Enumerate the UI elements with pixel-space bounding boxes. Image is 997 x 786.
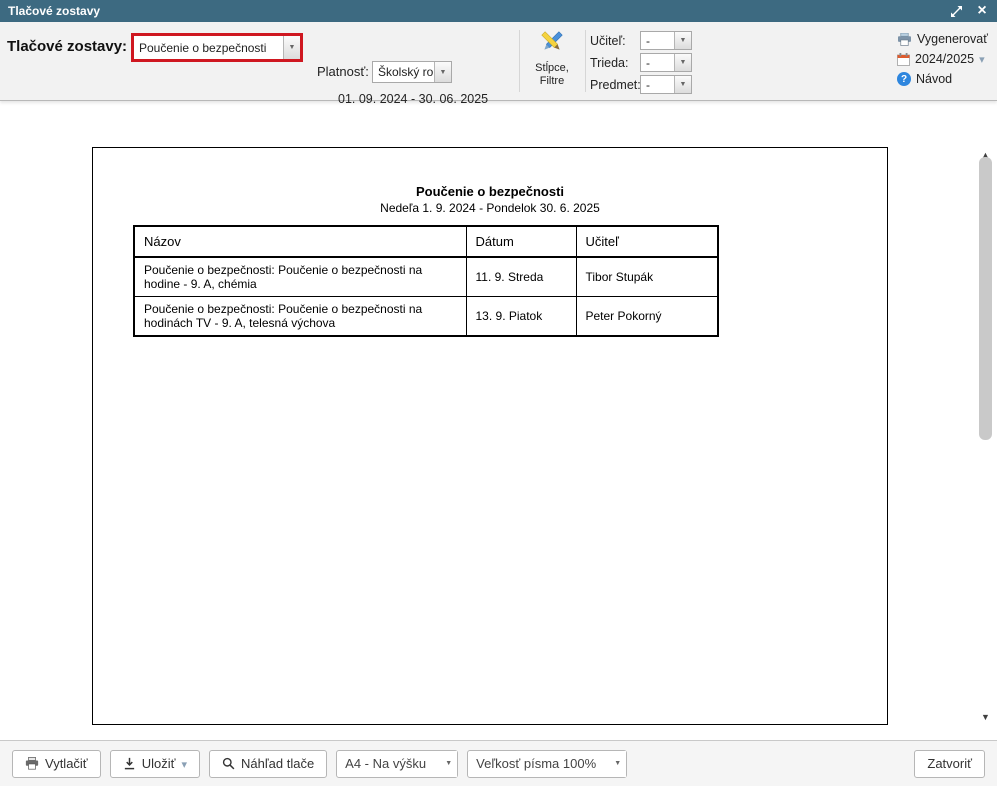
toolbar-separator [519, 30, 520, 92]
report-title: Poučenie o bezpečnosti [93, 184, 887, 199]
help-button[interactable]: Návod [897, 72, 988, 86]
teacher-filter-row: Učiteľ: - [590, 31, 692, 50]
magnifier-icon [222, 757, 235, 770]
report-select-highlight: Poučenie o bezpečnosti [131, 33, 303, 62]
validity-label: Platnosť: [317, 64, 369, 79]
validity-select[interactable]: Školský rok [372, 61, 452, 83]
chevron-down-icon [674, 54, 691, 71]
toolbar: Tlačové zostavy: Poučenie o bezpečnosti … [0, 22, 997, 101]
teacher-select[interactable]: - [640, 31, 692, 50]
cell-name: Poučenie o bezpečnosti: Poučenie o bezpe… [134, 257, 466, 297]
download-icon [123, 757, 136, 770]
subject-select[interactable]: - [640, 75, 692, 94]
printer-icon [25, 757, 39, 770]
cell-teacher: Peter Pokorný [576, 297, 718, 337]
columns-filters-button[interactable]: Stĺpce, Filtre [522, 28, 582, 88]
font-size-value: Veľkosť písma 100% [468, 751, 609, 777]
report-page: Poučenie o bezpečnosti Nedeľa 1. 9. 2024… [92, 147, 888, 725]
help-icon [897, 72, 911, 86]
chevron-down-icon [283, 36, 300, 59]
validity-value: Školský rok [373, 62, 434, 82]
toolbar-right-actions: Vygenerovať 2024/2025 Návod [897, 32, 988, 86]
table-row: Poučenie o bezpečnosti: Poučenie o bezpe… [134, 297, 718, 337]
print-button[interactable]: Vytlačiť [12, 750, 101, 778]
close-dialog-button[interactable]: Zatvoriť [914, 750, 985, 778]
report-type-value: Poučenie o bezpečnosti [134, 36, 283, 59]
print-label: Vytlačiť [45, 756, 88, 771]
dialog-title: Tlačové zostavy [8, 4, 100, 18]
column-header-name: Názov [134, 226, 466, 257]
chevron-down-icon [674, 76, 691, 93]
close-label: Zatvoriť [927, 756, 972, 771]
date-range-text: 01. 09. 2024 - 30. 06. 2025 [338, 92, 488, 106]
chevron-down-icon [979, 52, 985, 66]
filter-fields: Učiteľ: - Trieda: - Predmet: - [590, 31, 692, 94]
scrollbar[interactable] [977, 147, 994, 725]
generate-button[interactable]: Vygenerovať [897, 32, 988, 46]
font-size-select[interactable]: Veľkosť písma 100% [467, 750, 627, 778]
report-table: Názov Dátum Učiteľ Poučenie o bezpečnost… [133, 225, 719, 337]
save-button[interactable]: Uložiť [110, 750, 200, 778]
table-header-row: Názov Dátum Učiteľ [134, 226, 718, 257]
teacher-label: Učiteľ: [590, 34, 640, 48]
class-filter-row: Trieda: - [590, 53, 692, 72]
caret-down-icon [181, 756, 187, 771]
chevron-down-icon [440, 751, 457, 777]
preview-area: Poučenie o bezpečnosti Nedeľa 1. 9. 2024… [0, 102, 997, 740]
columns-filters-label: Stĺpce, Filtre [522, 62, 582, 88]
school-year-select[interactable]: 2024/2025 [897, 52, 988, 66]
subject-filter-row: Predmet: - [590, 75, 692, 94]
teacher-value: - [641, 32, 674, 49]
table-row: Poučenie o bezpečnosti: Poučenie o bezpe… [134, 257, 718, 297]
subject-label: Predmet: [590, 78, 640, 92]
paper-format-select[interactable]: A4 - Na výšku [336, 750, 458, 778]
class-label: Trieda: [590, 56, 640, 70]
print-preview-button[interactable]: Náhľad tlače [209, 750, 327, 778]
school-year-value: 2024/2025 [915, 52, 974, 66]
column-header-date: Dátum [466, 226, 576, 257]
paper-format-value: A4 - Na výšku [337, 751, 440, 777]
class-value: - [641, 54, 674, 71]
chevron-down-icon [609, 751, 626, 777]
titlebar: Tlačové zostavy [0, 0, 997, 22]
generate-label: Vygenerovať [917, 32, 988, 46]
help-label: Návod [916, 72, 952, 86]
report-subtitle: Nedeľa 1. 9. 2024 - Pondelok 30. 6. 2025 [93, 201, 887, 215]
edit-columns-icon [537, 28, 567, 56]
chevron-down-icon [674, 32, 691, 49]
footer-bar: Vytlačiť Uložiť Náhľad tlače A4 - [0, 740, 997, 786]
report-select-label: Tlačové zostavy: [7, 38, 127, 55]
close-icon[interactable] [975, 4, 989, 18]
calendar-icon [897, 53, 910, 66]
cell-teacher: Tibor Stupák [576, 257, 718, 297]
save-label: Uložiť [142, 756, 176, 771]
cell-date: 11. 9. Streda [466, 257, 576, 297]
printer-icon [897, 33, 912, 46]
preview-label: Náhľad tlače [241, 756, 314, 771]
scroll-down-button[interactable] [977, 709, 994, 725]
maximize-icon[interactable] [949, 4, 963, 18]
class-select[interactable]: - [640, 53, 692, 72]
cell-date: 13. 9. Piatok [466, 297, 576, 337]
chevron-down-icon [434, 62, 451, 82]
scrollbar-thumb[interactable] [979, 157, 992, 440]
subject-value: - [641, 76, 674, 93]
titlebar-icons [949, 4, 989, 18]
print-reports-dialog: Tlačové zostavy Tlačové zostavy: Poučeni… [0, 0, 997, 786]
column-header-teacher: Učiteľ [576, 226, 718, 257]
cell-name: Poučenie o bezpečnosti: Poučenie o bezpe… [134, 297, 466, 337]
report-type-select[interactable]: Poučenie o bezpečnosti [134, 36, 300, 59]
toolbar-separator [585, 30, 586, 92]
